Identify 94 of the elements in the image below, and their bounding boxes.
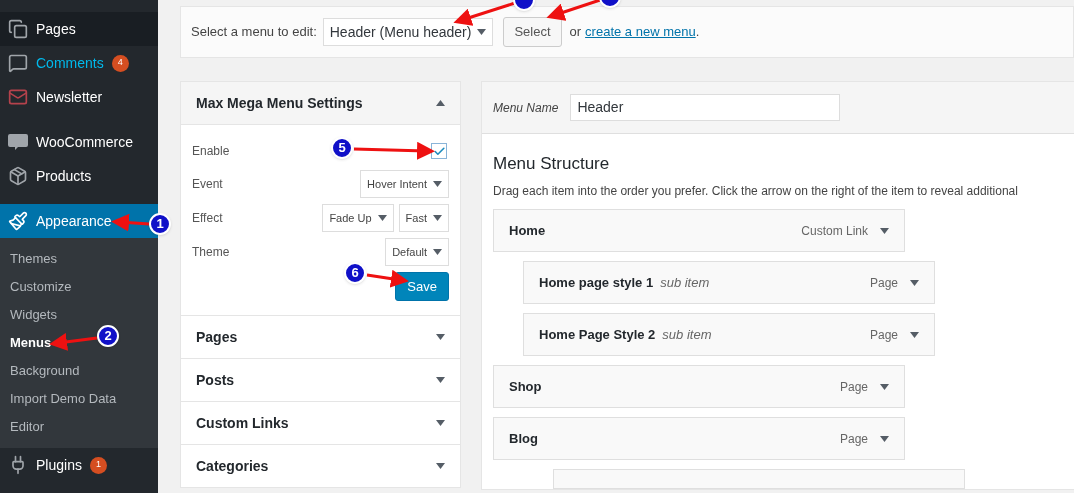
menu-name-field[interactable]: Header	[570, 94, 841, 121]
setting-label: Effect	[192, 210, 223, 227]
item-type: Page	[839, 378, 868, 396]
pages-icon	[8, 19, 28, 39]
setting-dropdown[interactable]: Fast	[398, 204, 449, 232]
accordion-header[interactable]: Categories	[180, 445, 461, 488]
sidebar-label: Comments	[36, 53, 104, 73]
sidebar-label: Products	[36, 166, 92, 186]
panel-title: Max Mega Menu Settings	[196, 93, 363, 113]
item-note: sub item	[662, 325, 712, 344]
item-title: Home Page Style 2	[539, 325, 656, 344]
pointer-arrow	[366, 269, 409, 288]
caret-icon	[880, 383, 889, 390]
settings-panel-header[interactable]: Max Mega Menu Settings	[180, 81, 461, 125]
setting-dropdown[interactable]: Hover Intent	[360, 170, 449, 198]
woocommerce-logo-icon	[8, 133, 28, 151]
instructions-text: Drag each item into the order you prefer. Click the arrow on the right of the item to reveal additional	[493, 183, 1019, 200]
enable-checkbox[interactable]	[431, 143, 447, 159]
caret-icon	[433, 181, 442, 187]
menu-dropdown[interactable]: Header (Menu header)	[322, 18, 494, 46]
pointer-arrow	[111, 213, 150, 232]
setting-label: Theme	[192, 244, 230, 261]
caret-icon	[436, 334, 445, 340]
item-type: Custom Link	[801, 222, 868, 240]
count-badge: 4	[111, 54, 129, 72]
speech-bubble-icon	[8, 53, 28, 73]
paintbrush-icon	[8, 211, 28, 231]
sidebar-item[interactable]: Comments 4	[0, 46, 158, 80]
accordion-header[interactable]: Posts	[180, 359, 461, 402]
caret-icon	[910, 331, 919, 338]
envelope-icon	[8, 87, 28, 107]
sidebar-label: Pages	[36, 19, 76, 39]
submenu-item[interactable]: Themes	[0, 245, 67, 273]
item-title: Home page style 1	[539, 273, 654, 292]
caret-icon	[377, 215, 387, 221]
item-note: sub item	[660, 273, 710, 292]
sidebar-label: Plugins	[36, 455, 82, 475]
check-icon	[432, 144, 446, 158]
caret-icon	[433, 249, 442, 255]
submenu-item[interactable]: Widgets	[0, 301, 67, 329]
section-heading: Menu Structure	[493, 153, 611, 175]
accordion-header[interactable]: Pages	[180, 316, 461, 359]
pointer-arrow	[546, 0, 601, 21]
sidebar-item[interactable]: Appearance	[0, 204, 158, 238]
sidebar-label: Appearance	[36, 211, 112, 231]
item-type: Page	[869, 274, 898, 292]
sidebar-item[interactable]: Products	[0, 159, 158, 193]
sidebar-label: Newsletter	[36, 87, 103, 107]
item-title: Home	[509, 221, 546, 240]
caret-icon	[433, 215, 442, 221]
caret-icon	[880, 227, 889, 234]
select-button[interactable]: Select	[503, 17, 562, 47]
submenu-item[interactable]: Customize	[0, 273, 82, 301]
count-badge: 1	[89, 456, 107, 474]
menu-item[interactable]: Home Custom Link	[493, 209, 905, 252]
setting-label: Enable	[192, 143, 230, 160]
item-type: Page	[869, 326, 898, 344]
menu-item[interactable]: Shop Page	[493, 365, 905, 408]
accordion-header[interactable]: Custom Links	[180, 402, 461, 445]
step-badge: 1	[149, 213, 171, 235]
sidebar-label: WooCommerce	[36, 132, 133, 152]
item-title: Shop	[509, 377, 542, 396]
sidebar-item[interactable]: Pages	[0, 12, 158, 46]
menu-item[interactable]: Blog Page	[493, 417, 905, 460]
save-button[interactable]: Save	[395, 272, 449, 301]
caret-icon	[436, 377, 445, 383]
caret-icon	[436, 463, 445, 469]
setting-dropdown[interactable]: Fade Up	[322, 204, 394, 232]
box-icon	[8, 166, 28, 186]
setting-dropdown[interactable]: Default	[385, 238, 449, 266]
sidebar-item[interactable]: WooCommerce	[0, 125, 158, 159]
item-type: Page	[839, 430, 868, 448]
menu-item[interactable]: Home page style 1 sub item Page	[523, 261, 935, 304]
pointer-arrow	[49, 332, 98, 351]
caret-icon	[880, 435, 889, 442]
submenu-item[interactable]: Import Demo Data	[0, 385, 127, 413]
setting-label: Event	[192, 176, 223, 193]
menu-item[interactable]: Home Page Style 2 sub item Page	[523, 313, 935, 356]
menu-name-label: Menu Name	[493, 99, 559, 117]
sidebar-item[interactable]: Plugins 1	[0, 448, 158, 482]
item-title: Blog	[509, 429, 538, 448]
select-label: Select a menu to edit:	[191, 23, 317, 42]
or-text: or	[569, 23, 582, 42]
sidebar-item[interactable]: Newsletter	[0, 80, 158, 114]
caret-icon	[910, 279, 919, 286]
submenu-item[interactable]: Menus	[0, 329, 62, 357]
submenu-item[interactable]: Editor	[0, 413, 54, 441]
collapse-icon	[436, 100, 445, 106]
caret-icon	[477, 29, 487, 35]
pointer-arrow	[453, 1, 516, 26]
caret-icon	[436, 420, 445, 426]
create-menu-link[interactable]: create a new menu	[585, 22, 696, 42]
submenu-item[interactable]: Background	[0, 357, 90, 385]
period-text: .	[695, 23, 700, 42]
